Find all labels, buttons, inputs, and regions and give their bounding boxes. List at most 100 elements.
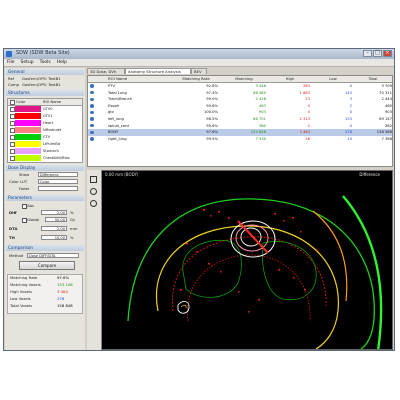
visibility-icon[interactable] (90, 137, 94, 141)
structure-list[interactable]: Color ROI Name GTV0 GTV1 Heart NRvsbulet… (7, 98, 83, 163)
window-controls: – □ × (363, 50, 392, 57)
col-low[interactable]: Low (314, 76, 352, 82)
roi-name-cell: right_lung (108, 136, 127, 141)
slice-position-label: 0.00 mm (BODY) (105, 172, 139, 177)
table-row[interactable]: Total Lung 97.4% 68 485 1 683 143 70 311 (88, 90, 392, 96)
low-cell: 278 (344, 130, 352, 135)
visibility-icon[interactable] (90, 117, 94, 121)
diff-unit: % (70, 210, 74, 215)
roi-name-cell: BODY (108, 130, 119, 135)
table-row[interactable]: Esoph 99.6% 463 0 2 465 (88, 103, 392, 109)
structure-row[interactable]: CTV (8, 134, 82, 140)
abs-checkbox[interactable] (22, 204, 27, 209)
matching-cell: 2 418 (255, 97, 266, 102)
structures-header: Structures (6, 90, 84, 96)
show-select[interactable]: Difference (38, 172, 78, 177)
color-lut-label: Color LUT (9, 179, 28, 184)
low-cell: 3 (349, 97, 352, 102)
col-matching[interactable]: Matching (222, 76, 266, 82)
minimize-button[interactable]: – (363, 50, 372, 57)
method-label: Method (9, 253, 24, 258)
low-cell: 0 (349, 110, 352, 115)
roi-name-cell: gtv (108, 110, 114, 115)
structure-name: LtPulmBd (43, 142, 61, 146)
tab-bev[interactable]: BEV (191, 68, 207, 74)
structure-name: Heart (43, 121, 54, 125)
visibility-icon[interactable] (90, 90, 94, 95)
table-row[interactable]: left_lung 96.5% 66 701 2 313 133 69 147 (88, 116, 392, 122)
display-mode-label: Difference (359, 172, 380, 177)
visibility-icon[interactable] (90, 110, 94, 115)
structure-row[interactable]: ChestWall/Ribs (8, 155, 82, 161)
visibility-icon[interactable] (90, 130, 94, 135)
total-cell: 2 444 (381, 97, 392, 102)
visibility-icon[interactable] (90, 123, 94, 128)
th-input[interactable]: 10.00 (41, 235, 67, 240)
dose-difference-viewer[interactable] (87, 170, 393, 350)
maximize-button[interactable]: □ (373, 50, 382, 57)
table-row[interactable]: Trach/Bronch 99.0% 2 418 23 3 2 444 (88, 96, 392, 102)
comparison-results (7, 274, 83, 314)
structure-row[interactable]: Stomach (8, 148, 82, 154)
roi-name-cell: Esoph (108, 103, 120, 108)
visibility-icon[interactable] (90, 84, 94, 88)
menu-file[interactable]: File (7, 59, 15, 66)
menu-help[interactable]: Help (57, 59, 67, 66)
col-roi-name[interactable]: ROI Name (108, 76, 168, 82)
matching-voxels-label: Matching Voxels (10, 282, 41, 287)
diff-label: Diff (9, 210, 17, 215)
col-matching-rate[interactable]: Matching Rate (174, 76, 218, 82)
close-button[interactable]: × (383, 50, 392, 57)
high-cell: 2 (307, 123, 310, 128)
title-bar: SDW (SDW Beta Site) – □ × (4, 49, 394, 59)
table-row[interactable]: right_lung 99.5% 7 330 28 10 7 368 (88, 136, 392, 142)
matching-rate-cell: 99.6% (206, 123, 218, 128)
menu-setup[interactable]: Setup (21, 59, 34, 66)
dta-label: DTA (9, 226, 18, 231)
visibility-icon[interactable] (90, 104, 94, 108)
visibility-icon[interactable] (90, 97, 94, 102)
tab-3d-dose-dvh[interactable]: 3D Dose, DVh (87, 68, 125, 74)
select-all-checkbox[interactable] (10, 100, 15, 105)
roi-name-cell: Total Lung (108, 90, 127, 95)
col-high[interactable]: High (270, 76, 310, 82)
diff-input[interactable]: 2.00 (41, 210, 67, 215)
matching-rate-cell: 92.8% (206, 84, 218, 88)
global-input[interactable]: 50.00 (45, 217, 67, 222)
compare-button[interactable]: Compare (19, 261, 75, 270)
pan-icon[interactable] (90, 200, 97, 207)
table-row-selected[interactable]: BODY 97.6% 154 846 3 464 278 158 588 (88, 129, 392, 136)
structure-row[interactable]: Heart (8, 120, 82, 126)
method-select[interactable]: Dose DIFF/DTA (27, 253, 79, 258)
high-cell: 23 (305, 97, 310, 102)
tab-anatomy-structure-analysis[interactable]: Anatomy Structure Analysis (125, 68, 191, 74)
dta-input[interactable]: 2.00 (41, 226, 67, 231)
table-row[interactable]: PTV 92.8% 3 446 263 0 3 709 (88, 83, 392, 89)
structure-row[interactable]: GTV1 (8, 113, 82, 119)
low-cell: 133 (344, 117, 352, 121)
roi-name-cell: PTV (108, 84, 115, 88)
table-row[interactable]: spinal_cord 99.6% 380 2 0 382 (88, 123, 392, 129)
parameters-header: Parameters (6, 195, 84, 201)
structure-name: GTV0 (43, 107, 53, 111)
high-cell: 3 464 (299, 130, 310, 135)
total-cell: 3 709 (381, 84, 392, 88)
window-level-icon[interactable] (90, 176, 97, 183)
fader-slider[interactable] (38, 186, 78, 191)
menu-tools[interactable]: Tools (40, 59, 51, 66)
menu-bar: File Setup Tools Help (4, 59, 394, 67)
zoom-icon[interactable] (90, 188, 97, 195)
structure-row[interactable]: LtPulmBd (8, 141, 82, 147)
low-voxels-value: 276 (57, 296, 65, 301)
structure-name: NRvsbulet (43, 128, 62, 132)
color-lut-select[interactable]: Color (38, 179, 78, 184)
th-label: TH (9, 235, 15, 240)
structure-name: ChestWall/Ribs (43, 156, 70, 160)
structure-row[interactable]: NRvsbulet (8, 127, 82, 133)
table-row[interactable]: gtv 100.0% 903 0 0 903 (88, 109, 392, 115)
structure-row[interactable]: GTV0 (8, 106, 82, 112)
col-total[interactable]: Total (354, 76, 392, 82)
matching-rate-cell: 97.4% (206, 90, 218, 95)
structure-list-header: Color ROI Name (8, 99, 82, 106)
tab-label: Anatomy Structure Analysis (128, 69, 181, 74)
